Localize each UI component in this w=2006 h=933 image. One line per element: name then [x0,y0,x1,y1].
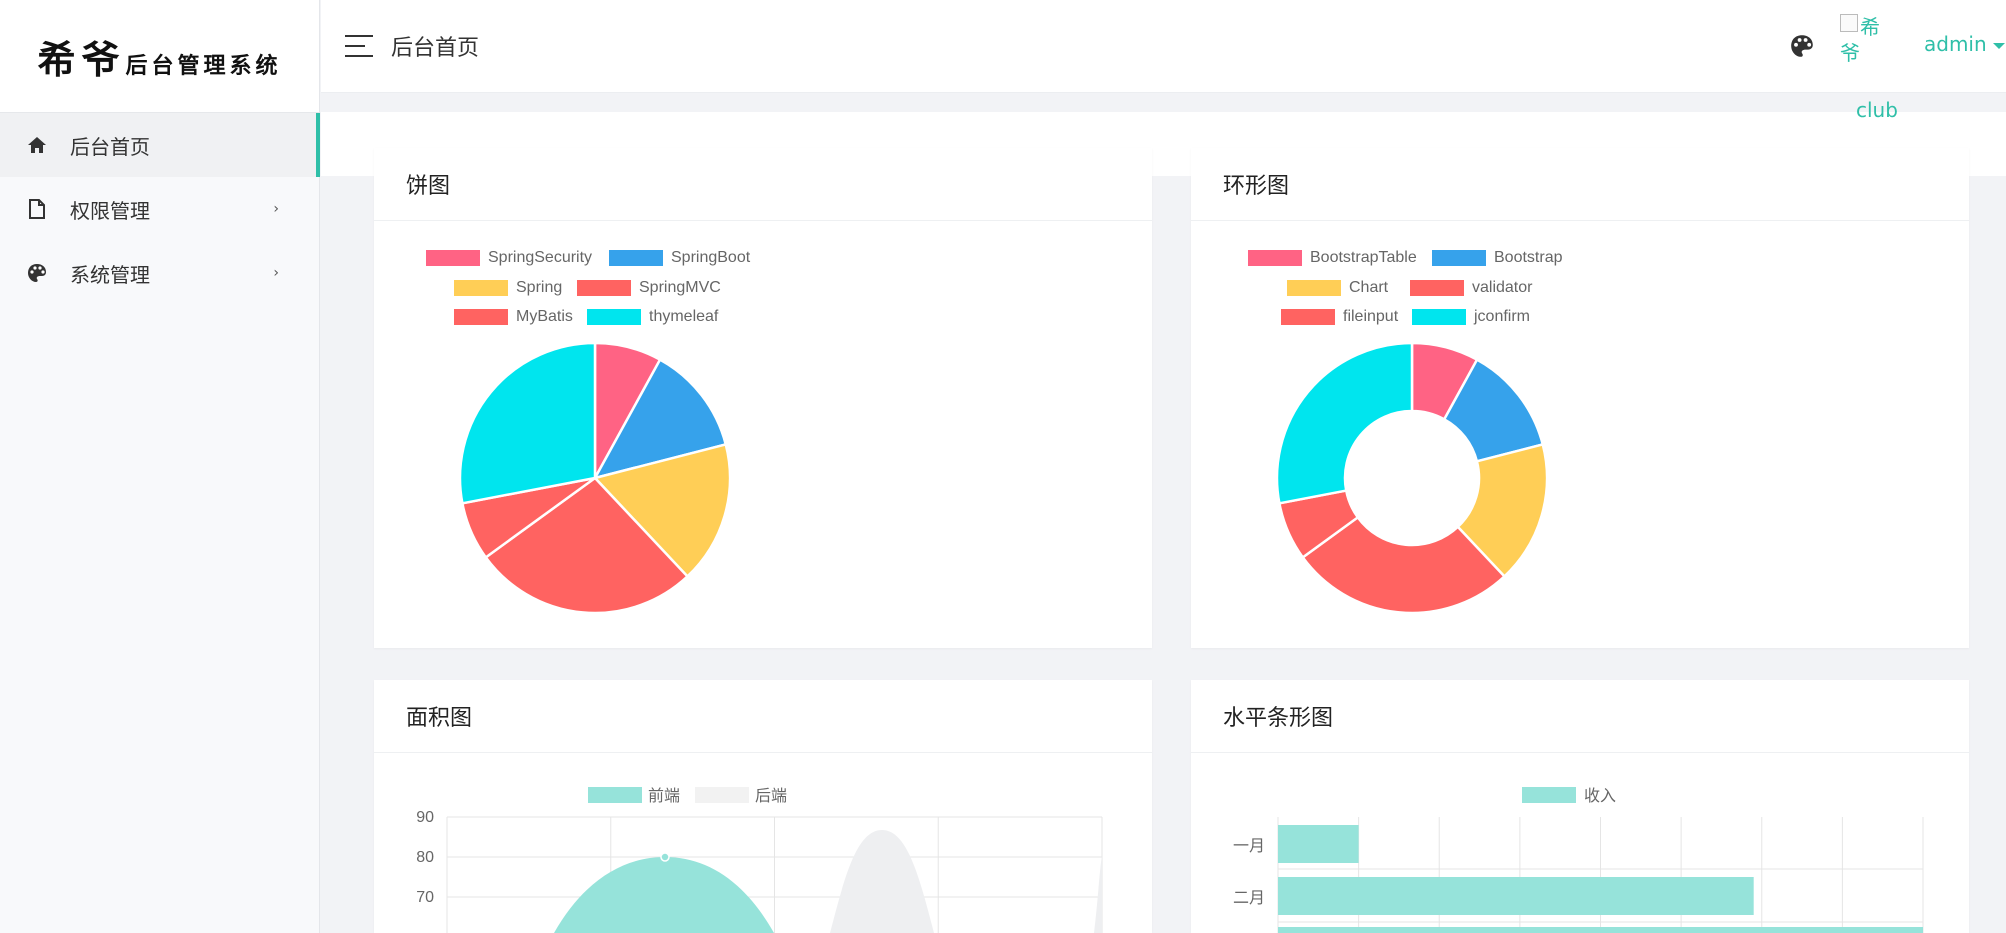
category-label: 一月 [1233,838,1265,855]
doughnut-chart [1275,341,1549,615]
y-tick-label: 90 [416,809,434,826]
pie-slice[interactable] [458,341,597,505]
sidebar: 希爷后台管理系统 后台首页 权限管理 › 系统管理 › [0,0,320,933]
menu-toggle-icon[interactable] [345,35,373,57]
pie-slice[interactable] [1275,341,1414,505]
horizontal-bar-chart: 收入一月二月 [1233,787,1924,933]
area-chart: 前端 后端 90 80 70 [416,787,1103,933]
horizontal-bar-chart-card: 水平条形图 收入 一月 二月 [1191,680,1969,933]
sidebar-item-permissions[interactable]: 权限管理 › [0,177,319,241]
sidebar-item-home[interactable]: 后台首页 [0,113,320,177]
sidebar-item-system[interactable]: 系统管理 › [0,241,319,305]
y-tick-label: 70 [416,889,434,906]
legend-label: 收入 [1584,787,1616,805]
sidebar-item-label: 后台首页 [70,134,150,159]
avatar-alt-text: club [1856,98,1898,122]
logo[interactable]: 希爷后台管理系统 [0,0,319,113]
legend-swatch [1522,787,1576,803]
doughnut-chart-card: 环形图 BootstrapTable Bootstrap Chart validato… [1191,148,1969,648]
area-chart-card: 面积图 前端 后端 90 80 70 [374,680,1152,933]
palette-icon [26,262,48,284]
home-icon [26,134,48,156]
logo-title: 希爷 [37,36,126,82]
avatar[interactable]: 希爷 [1840,14,1894,66]
broken-image-icon [1840,14,1858,32]
bar[interactable] [1278,877,1754,915]
area-series-back [1094,856,1102,933]
legend-label: 后端 [755,787,787,805]
file-icon [26,198,48,220]
chevron-right-icon: › [273,201,279,217]
chevron-right-icon: › [273,265,279,281]
legend-swatch [695,787,749,803]
pie-chart-card: 饼图 SpringSecurity SpringBoot Spring SpringM… [374,148,1152,648]
legend-swatch [588,787,642,803]
theme-palette-icon[interactable] [1790,34,1814,58]
caret-down-icon [1992,42,2005,49]
area-series-front [554,857,774,933]
sidebar-item-label: 权限管理 [70,198,150,223]
pie-chart [458,341,732,615]
user-menu[interactable]: admin [1924,32,2005,56]
logo-subtitle: 后台管理系统 [125,52,282,79]
bar[interactable] [1278,927,1923,933]
legend-label: 前端 [648,787,680,805]
top-header: 后台首页 [321,0,2006,93]
category-label: 二月 [1233,890,1265,907]
bar[interactable] [1278,825,1359,863]
sidebar-item-label: 系统管理 [70,262,150,287]
page-title: 后台首页 [391,36,480,61]
area-series-back [830,830,934,933]
y-tick-label: 80 [416,849,434,866]
data-point[interactable] [660,852,670,862]
